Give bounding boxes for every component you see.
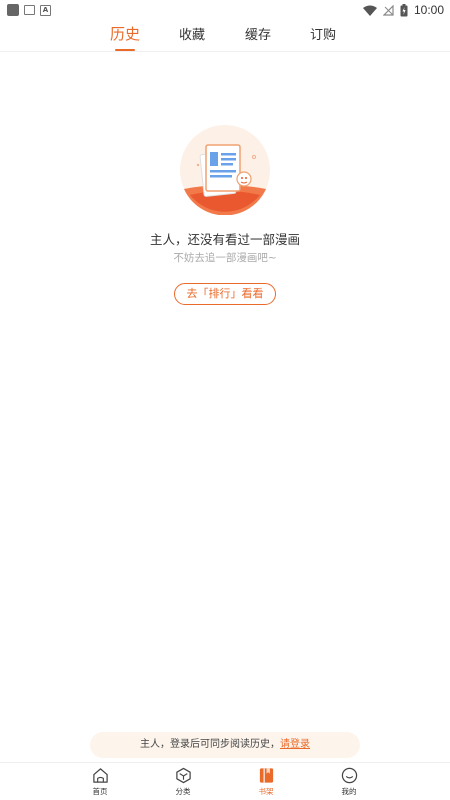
login-banner: 主人，登录后可同步阅读历史，请登录 <box>90 732 360 758</box>
tab-bar: 历史 收藏 缓存 订购 <box>0 20 450 52</box>
status-bar: A 10:00 <box>0 0 450 20</box>
category-icon <box>175 767 191 784</box>
no-signal-icon <box>382 4 394 16</box>
nav-category[interactable]: 分类 <box>163 767 203 797</box>
battery-icon <box>400 3 408 16</box>
tab-subscriptions[interactable]: 订购 <box>310 24 336 43</box>
bookshelf-icon <box>259 768 273 783</box>
nav-label: 首页 <box>92 787 108 796</box>
status-time: 10:00 <box>413 3 444 17</box>
tab-cache[interactable]: 缓存 <box>245 24 271 43</box>
active-tab-indicator <box>115 49 135 51</box>
nav-label: 我的 <box>341 787 357 796</box>
tab-history[interactable]: 历史 <box>110 23 140 44</box>
bottom-nav: 首页 分类 书架 我的 <box>0 762 450 800</box>
image-notification-icon <box>24 5 35 15</box>
login-banner-text: 主人，登录后可同步阅读历史， <box>140 739 280 750</box>
empty-state-subtitle: 不妨去追一部漫画吧~ <box>173 252 277 264</box>
a-notification-icon: A <box>40 4 51 16</box>
tab-favorites[interactable]: 收藏 <box>179 24 205 43</box>
nav-label: 书架 <box>258 787 274 796</box>
notification-icons: A <box>7 4 51 16</box>
nav-label: 分类 <box>175 787 191 796</box>
go-to-ranking-button[interactable]: 去「排行」看看 <box>174 283 276 305</box>
login-link[interactable]: 请登录 <box>280 739 310 750</box>
empty-state-title: 主人，还没有看过一部漫画 <box>149 232 300 247</box>
system-icons: 10:00 <box>362 3 444 17</box>
app-notification-icon <box>7 4 19 16</box>
profile-icon <box>341 767 357 784</box>
wifi-icon <box>362 5 377 16</box>
home-icon <box>92 768 108 783</box>
nav-home[interactable]: 首页 <box>80 767 120 797</box>
nav-profile[interactable]: 我的 <box>329 767 369 797</box>
empty-history-illustration <box>180 125 270 215</box>
nav-bookshelf[interactable]: 书架 <box>246 767 286 797</box>
